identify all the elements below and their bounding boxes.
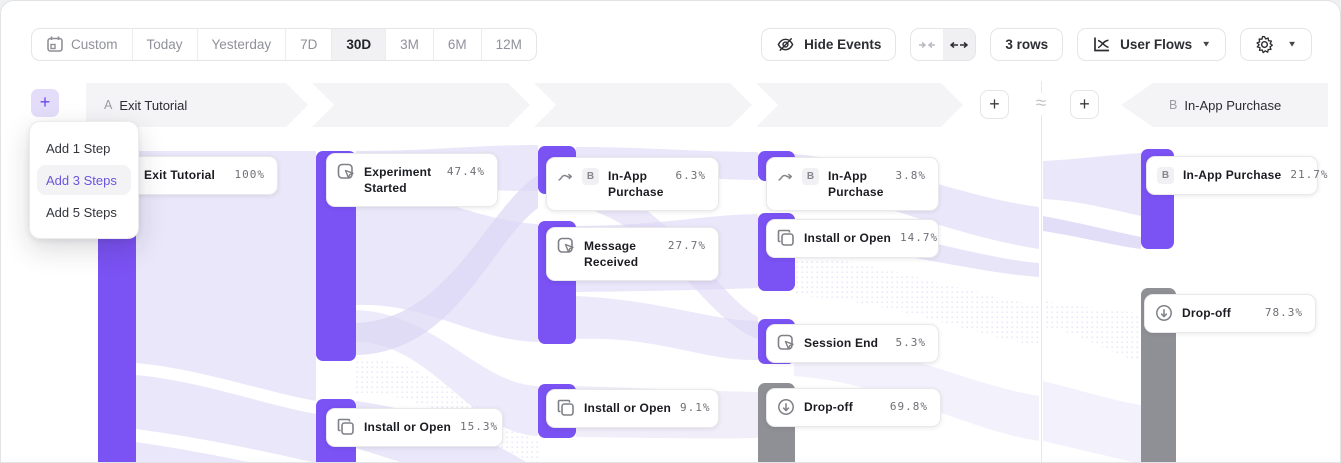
- drop-off-arrow-icon: [777, 398, 795, 416]
- node-percentage: 100%: [235, 167, 266, 181]
- drop-off-arrow-icon: [1155, 304, 1173, 322]
- cursor-click-icon: [557, 237, 575, 255]
- add-step-target-button[interactable]: +: [1070, 90, 1099, 119]
- node-label: Drop-off: [1182, 305, 1256, 321]
- node-percentage: 5.3%: [896, 335, 927, 349]
- gear-icon: [1255, 35, 1274, 54]
- node-label: Session End: [804, 335, 887, 351]
- node-percentage: 69.8%: [890, 399, 928, 413]
- cursor-click-icon: [777, 334, 795, 352]
- node-label: Install or Open: [364, 419, 451, 435]
- node-card-in-app-purchase[interactable]: B In-App Purchase 6.3%: [546, 157, 719, 211]
- node-percentage: 14.7%: [900, 230, 938, 244]
- chevron-down-icon: ▼: [1201, 40, 1211, 49]
- node-card-message-received[interactable]: Message Received 27.7%: [546, 227, 719, 281]
- collapse-columns-button[interactable]: [911, 29, 943, 60]
- toolbar: Custom Today Yesterday 7D 30D 3M 6M 12M …: [1, 1, 1340, 67]
- date-range-yesterday[interactable]: Yesterday: [198, 29, 287, 60]
- hide-events-label: Hide Events: [804, 37, 881, 52]
- node-percentage: 9.1%: [680, 400, 711, 414]
- step-letter: B: [1169, 98, 1177, 112]
- menu-item-add-5-steps[interactable]: Add 5 Steps: [37, 197, 131, 227]
- metric-b-badge: B: [802, 168, 819, 185]
- node-card-install-or-open[interactable]: Install or Open 9.1%: [546, 389, 719, 428]
- add-step-menu: Add 1 Step Add 3 Steps Add 5 Steps: [29, 121, 139, 239]
- node-percentage: 78.3%: [1265, 305, 1303, 319]
- date-range-7d[interactable]: 7D: [286, 29, 332, 60]
- node-label: Install or Open: [584, 400, 671, 416]
- node-card-experiment-started[interactable]: Experiment Started 47.4%: [326, 153, 498, 207]
- copy-windows-icon: [777, 229, 795, 247]
- node-label: In-App Purchase: [608, 168, 667, 200]
- node-card-session-end[interactable]: Session End 5.3%: [766, 324, 939, 363]
- node-label: In-App Purchase: [828, 168, 887, 200]
- step-title: In-App Purchase: [1184, 98, 1281, 113]
- date-range-today[interactable]: Today: [133, 29, 198, 60]
- node-card-install-or-open[interactable]: Install or Open 15.3%: [326, 408, 503, 447]
- date-range-custom[interactable]: Custom: [32, 29, 133, 60]
- date-range-6m[interactable]: 6M: [434, 29, 482, 60]
- menu-item-add-3-steps[interactable]: Add 3 Steps: [37, 165, 131, 195]
- step-header-segment-3[interactable]: [534, 83, 752, 127]
- metric-b-badge: B: [1157, 167, 1174, 184]
- add-step-button-active[interactable]: +: [31, 89, 59, 117]
- date-range-12m[interactable]: 12M: [482, 29, 536, 60]
- node-card-install-or-open[interactable]: Install or Open 14.7%: [766, 219, 939, 258]
- date-range-3m[interactable]: 3M: [386, 29, 434, 60]
- copy-windows-icon: [337, 418, 355, 436]
- step-title: Exit Tutorial: [119, 98, 187, 113]
- node-card-in-app-purchase[interactable]: B In-App Purchase 3.8%: [766, 157, 939, 211]
- settings-dropdown[interactable]: ▼: [1240, 28, 1312, 61]
- step-header-segment-2[interactable]: [312, 83, 530, 127]
- view-selector-label: User Flows: [1120, 37, 1192, 52]
- node-percentage: 27.7%: [668, 238, 706, 252]
- menu-item-add-1-step[interactable]: Add 1 Step: [37, 133, 131, 163]
- expand-columns-button[interactable]: [943, 29, 975, 60]
- user-flows-panel: Custom Today Yesterday 7D 30D 3M 6M 12M …: [0, 0, 1341, 463]
- node-card-in-app-purchase-target[interactable]: B In-App Purchase 21.7%: [1146, 156, 1318, 195]
- collapse-expand-toggle: [910, 28, 976, 61]
- node-label: Drop-off: [804, 399, 881, 415]
- view-selector-dropdown[interactable]: User Flows ▼: [1077, 28, 1226, 61]
- node-percentage: 47.4%: [447, 164, 485, 178]
- calendar-icon: [46, 35, 64, 53]
- add-step-end-button[interactable]: +: [980, 90, 1009, 119]
- metric-b-badge: B: [582, 168, 599, 185]
- cursor-click-icon: [337, 163, 355, 181]
- rows-count-label: 3 rows: [1005, 37, 1048, 52]
- node-percentage: 21.7%: [1290, 167, 1328, 181]
- user-flows-chart-icon: [1092, 36, 1111, 53]
- step-header-in-app-purchase[interactable]: B In-App Purchase: [1121, 83, 1328, 127]
- node-label: Message Received: [584, 238, 659, 270]
- step-letter: A: [104, 98, 112, 112]
- node-card-drop-off[interactable]: Drop-off 69.8%: [766, 388, 941, 427]
- node-percentage: 3.8%: [896, 168, 927, 182]
- eye-off-icon: [776, 35, 795, 54]
- jump-arrow-icon: [777, 169, 793, 185]
- chevron-down-icon: ▼: [1287, 40, 1297, 49]
- hide-events-button[interactable]: Hide Events: [761, 28, 896, 61]
- node-card-drop-off[interactable]: Drop-off 78.3%: [1144, 294, 1316, 333]
- expand-arrows-icon: [950, 39, 968, 51]
- node-label: Install or Open: [804, 230, 891, 246]
- node-percentage: 15.3%: [460, 419, 498, 433]
- panel-divider: [1041, 81, 1042, 463]
- node-percentage: 6.3%: [676, 168, 707, 182]
- collapse-arrows-icon: [918, 39, 936, 51]
- date-range-label: Custom: [71, 37, 118, 52]
- node-label: Exit Tutorial: [144, 167, 226, 183]
- copy-windows-icon: [557, 399, 575, 417]
- step-header-segment-4[interactable]: [756, 83, 963, 127]
- node-label: Experiment Started: [364, 164, 438, 196]
- node-label: In-App Purchase: [1183, 167, 1281, 183]
- rows-count-button[interactable]: 3 rows: [990, 28, 1063, 61]
- date-range-picker: Custom Today Yesterday 7D 30D 3M 6M 12M: [31, 28, 537, 61]
- gap-separator: ≈: [1027, 93, 1055, 115]
- jump-arrow-icon: [557, 169, 573, 185]
- date-range-30d-active[interactable]: 30D: [332, 29, 386, 60]
